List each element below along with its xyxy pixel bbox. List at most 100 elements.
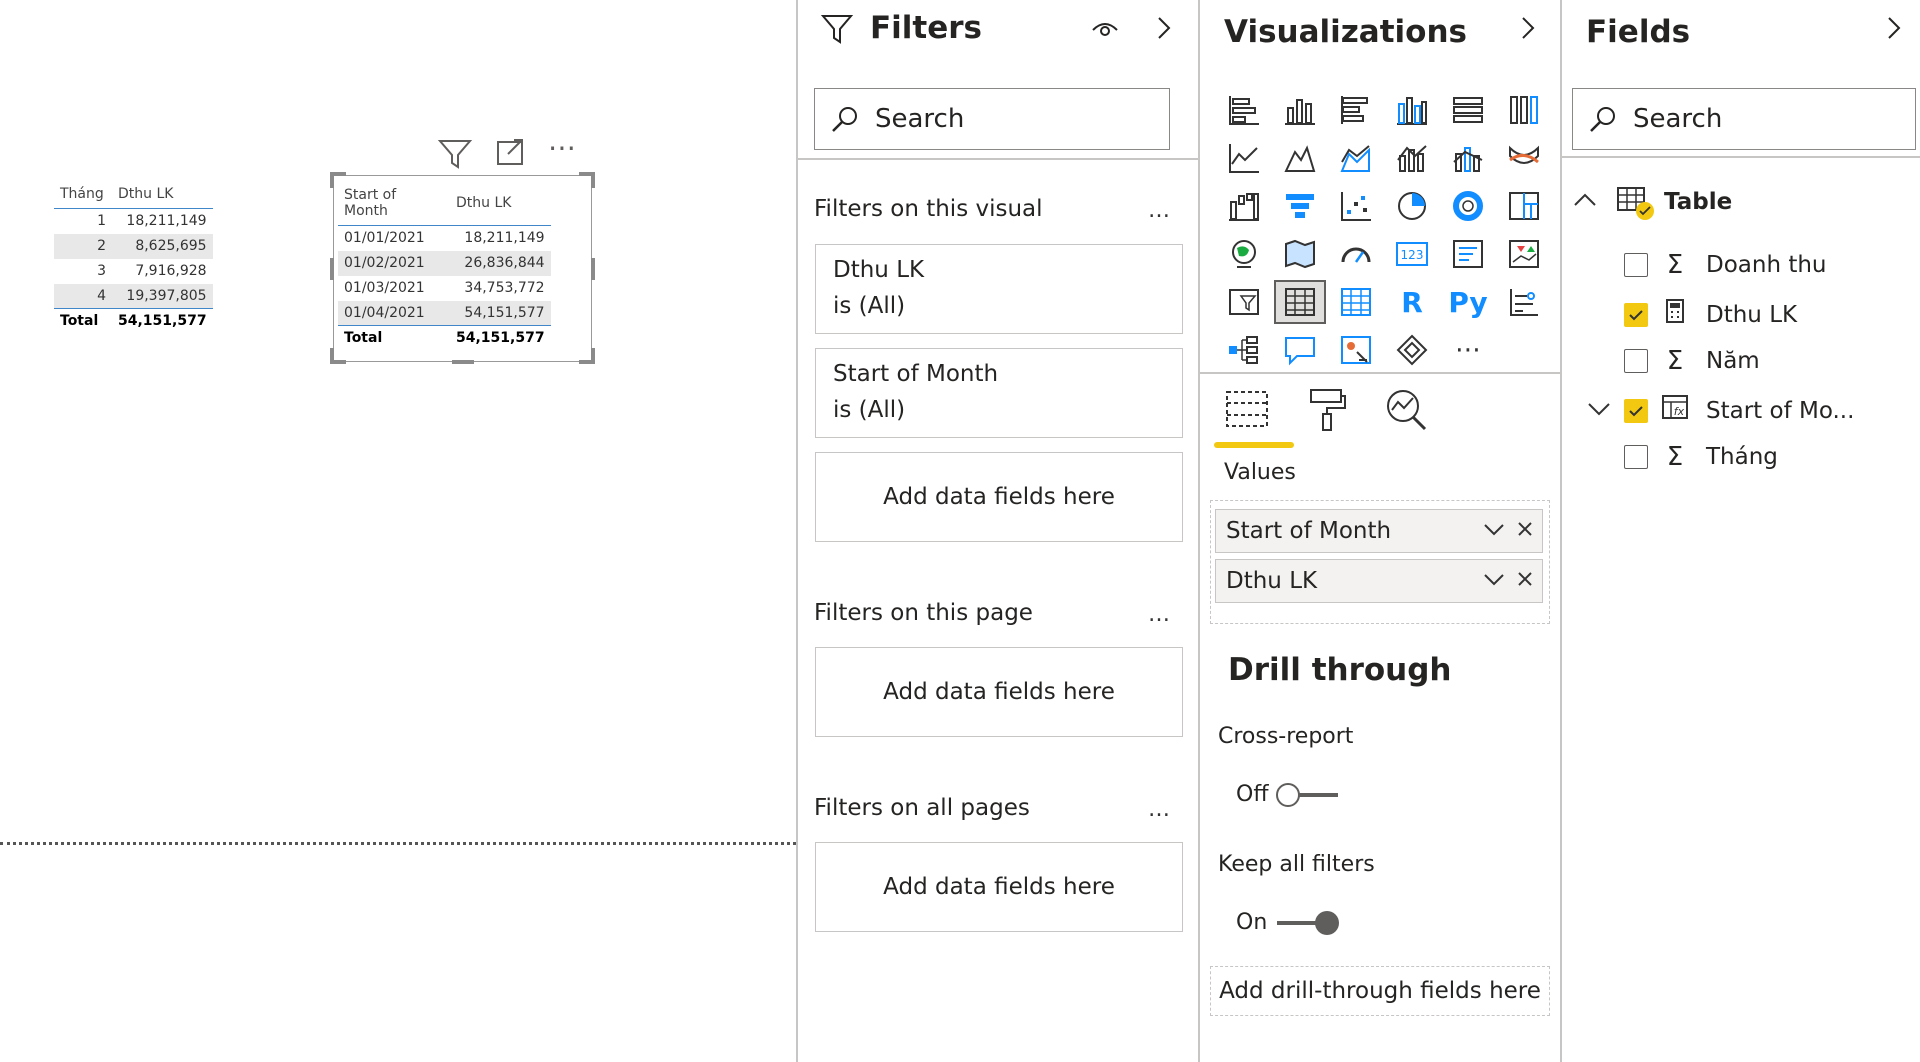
resize-handle[interactable] [330, 258, 334, 280]
checkbox-checked[interactable] [1624, 302, 1648, 327]
funnel-chart-icon[interactable] [1272, 182, 1328, 230]
field-pill-dthu-lk[interactable]: Dthu LK [1215, 559, 1543, 603]
kpi-icon[interactable] [1496, 230, 1552, 278]
resize-handle[interactable] [452, 360, 474, 364]
filled-map-icon[interactable] [1272, 230, 1328, 278]
keep-all-filters-toggle[interactable]: On [1236, 910, 1340, 935]
table-visual-icon[interactable] [1274, 280, 1326, 324]
report-canvas[interactable]: Tháng Dthu LK 1 18,211,149 2 8,625,695 3 7,… [0, 0, 796, 1062]
line-chart-icon[interactable] [1216, 134, 1272, 182]
qna-visual-icon[interactable] [1272, 326, 1328, 374]
checkbox[interactable] [1624, 445, 1648, 469]
chevron-down-icon[interactable] [1482, 568, 1506, 594]
more-options-icon[interactable]: … [1148, 797, 1172, 822]
focus-mode-icon[interactable] [492, 136, 530, 170]
table-row: 1 18,211,149 [54, 209, 213, 234]
slicer-icon[interactable] [1216, 278, 1272, 326]
ribbon-chart-icon[interactable] [1496, 134, 1552, 182]
clustered-column-chart-icon[interactable] [1384, 86, 1440, 134]
resize-handle[interactable] [591, 172, 595, 188]
more-options-icon[interactable]: … [1148, 198, 1172, 223]
table-visual-start-of-month[interactable]: Start of Month Dthu LK 01/01/2021 18,211,… [338, 181, 551, 351]
checkbox-checked[interactable] [1624, 398, 1648, 423]
filter-icon [820, 12, 854, 50]
python-visual-icon[interactable]: Py [1440, 278, 1496, 326]
stacked-area-chart-icon[interactable] [1328, 134, 1384, 182]
100-stacked-bar-chart-icon[interactable] [1440, 86, 1496, 134]
waterfall-chart-icon[interactable] [1216, 182, 1272, 230]
close-icon[interactable] [1516, 518, 1534, 544]
filter-card-start-of-month[interactable]: Start of Month is (All) [815, 348, 1183, 438]
chevron-down-icon[interactable] [1586, 398, 1624, 424]
resize-handle[interactable] [330, 172, 334, 188]
column-header[interactable]: Start of Month [338, 181, 450, 226]
column-header[interactable]: Dthu LK [450, 181, 551, 226]
resize-handle[interactable] [591, 348, 595, 364]
close-icon[interactable] [1516, 568, 1534, 594]
stacked-column-chart-icon[interactable] [1272, 86, 1328, 134]
report-filter-drop-zone[interactable]: Add data fields here [815, 842, 1183, 932]
cross-report-toggle[interactable]: Off [1236, 782, 1339, 807]
multi-row-card-icon[interactable] [1440, 230, 1496, 278]
divider [1562, 156, 1920, 158]
drill-through-drop-zone[interactable]: Add drill-through fields here [1210, 966, 1550, 1016]
card-icon[interactable]: 123 [1384, 230, 1440, 278]
filters-search-input[interactable]: Search [814, 88, 1170, 150]
clustered-bar-chart-icon[interactable] [1328, 86, 1384, 134]
visual-filter-drop-zone[interactable]: Add data fields here [815, 452, 1183, 542]
100-stacked-column-chart-icon[interactable] [1496, 86, 1552, 134]
fields-search-input[interactable]: Search [1572, 88, 1916, 150]
more-options-icon[interactable]: ⋯ [548, 134, 586, 170]
field-item-doanh-thu[interactable]: Σ Doanh thu [1624, 250, 1827, 280]
smart-narrative-icon[interactable] [1328, 326, 1384, 374]
column-header[interactable]: Tháng [54, 180, 112, 209]
map-icon[interactable] [1216, 230, 1272, 278]
checkbox[interactable] [1624, 253, 1648, 277]
donut-chart-icon[interactable] [1440, 182, 1496, 230]
field-item-start-of-month[interactable]: fx Start of Mo... [1586, 394, 1854, 427]
stacked-bar-chart-icon[interactable] [1216, 86, 1272, 134]
field-pill-start-of-month[interactable]: Start of Month [1215, 509, 1543, 553]
fields-tab-icon[interactable] [1214, 380, 1294, 448]
decomposition-tree-icon[interactable] [1216, 326, 1272, 374]
pie-chart-icon[interactable] [1384, 182, 1440, 230]
chevron-up-icon[interactable] [1572, 189, 1602, 215]
collapse-pane-icon[interactable] [1154, 14, 1174, 46]
column-header[interactable]: Dthu LK [112, 180, 213, 209]
values-field-well[interactable]: Start of Month Dthu LK [1210, 500, 1550, 624]
collapse-pane-icon[interactable] [1884, 14, 1904, 46]
r-script-visual-icon[interactable]: R [1384, 278, 1440, 326]
field-item-thang[interactable]: Σ Tháng [1624, 442, 1778, 472]
collapse-pane-icon[interactable] [1518, 14, 1538, 46]
fields-title: Fields [1586, 14, 1691, 50]
area-chart-icon[interactable] [1272, 134, 1328, 182]
line-and-clustered-column-icon[interactable] [1440, 134, 1496, 182]
eye-icon[interactable] [1090, 16, 1120, 44]
analytics-icon[interactable] [1378, 380, 1436, 440]
chevron-down-icon[interactable] [1482, 518, 1506, 544]
more-visuals-icon[interactable]: ⋯ [1440, 326, 1496, 374]
field-item-dthu-lk[interactable]: Dthu LK [1624, 298, 1797, 331]
filter-icon[interactable] [436, 136, 474, 170]
table-node[interactable]: Table [1572, 186, 1732, 220]
resize-handle[interactable] [330, 348, 334, 364]
table-visual-thang[interactable]: Tháng Dthu LK 1 18,211,149 2 8,625,695 3 7,… [54, 180, 213, 334]
line-and-stacked-column-icon[interactable] [1384, 134, 1440, 182]
gauge-icon[interactable] [1328, 230, 1384, 278]
field-pill-label: Start of Month [1226, 518, 1392, 544]
checkbox[interactable] [1624, 349, 1648, 373]
values-well-label: Values [1224, 460, 1296, 485]
paint-roller-icon[interactable] [1298, 380, 1356, 440]
drop-zone-label: Add drill-through fields here [1219, 978, 1541, 1004]
page-filter-drop-zone[interactable]: Add data fields here [815, 647, 1183, 737]
matrix-icon[interactable] [1328, 278, 1384, 326]
more-options-icon[interactable]: … [1148, 602, 1172, 627]
treemap-icon[interactable] [1496, 182, 1552, 230]
scatter-chart-icon[interactable] [1328, 182, 1384, 230]
resize-handle[interactable] [591, 258, 595, 280]
cell: 01/03/2021 [344, 280, 425, 296]
field-item-nam[interactable]: Σ Năm [1624, 346, 1760, 376]
power-apps-icon[interactable] [1384, 326, 1440, 374]
key-influencers-icon[interactable] [1496, 278, 1552, 326]
filter-card-dthu-lk[interactable]: Dthu LK is (All) [815, 244, 1183, 334]
